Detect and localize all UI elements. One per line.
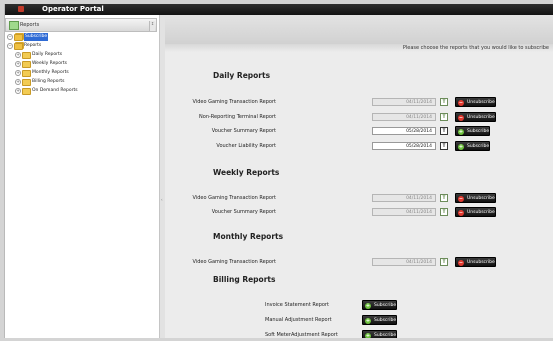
subscribe-icon: + (458, 129, 464, 135)
unsubscribe-icon: − (458, 260, 464, 266)
billing-section-title: Billing Reports (213, 275, 276, 284)
report-name: Video Gaming Transaction Report (192, 259, 277, 265)
collapse-toggle-icon[interactable]: − (7, 43, 13, 49)
content-banner (165, 15, 553, 52)
tree-item-label: Weekly Reports (32, 61, 67, 66)
report-row: Invoice Statement Report + Subscribe (165, 300, 553, 311)
report-row: Non-Reporting Terminal Report 04/11/2014… (165, 112, 553, 123)
report-row: Video Gaming Transaction Report 04/11/20… (165, 257, 553, 268)
folder-icon (14, 43, 23, 50)
title-bar: Operator Portal (5, 4, 553, 15)
tree-item-label: Reports (24, 43, 42, 48)
monthly-section-title: Monthly Reports (213, 232, 284, 241)
subscribe-button[interactable]: + Subscribe (362, 300, 398, 310)
subscribe-icon: + (458, 144, 464, 150)
report-name: Video Gaming Transaction Report (192, 99, 277, 105)
intro-text: Please choose the reports that you would… (402, 45, 549, 51)
sidebar-header: Reports ↕ (5, 18, 157, 32)
report-name: Voucher Summary Report (211, 128, 276, 134)
report-row: Voucher Summary Report 04/11/2014 T − Uns… (165, 207, 553, 218)
report-row: Manual Adjustment Report + Subscribe (165, 315, 553, 326)
subscribe-button[interactable]: + Subscribe (455, 126, 491, 136)
report-row: Video Gaming Transaction Report 04/11/20… (165, 97, 553, 108)
expand-toggle-icon[interactable]: + (15, 79, 21, 85)
tree-item-label: Subscribe (24, 33, 49, 41)
report-name: Invoice Statement Report (265, 302, 329, 308)
collapse-toggle-icon[interactable]: − (7, 34, 13, 40)
report-name: Non-Reporting Terminal Report (199, 114, 276, 120)
calendar-icon: T (440, 113, 448, 121)
unsubscribe-button[interactable]: − Unsubscribe (455, 97, 496, 107)
daily-section-title: Daily Reports (213, 71, 271, 80)
report-date-field: 04/11/2014 (372, 98, 436, 106)
unsubscribe-button[interactable]: − Unsubscribe (455, 193, 496, 203)
subscribe-button[interactable]: + Subscribe (362, 330, 398, 338)
report-name: Voucher Liability Report (216, 143, 276, 149)
report-date-field: 04/11/2014 (372, 258, 436, 266)
report-name: Voucher Summary Report (211, 209, 276, 215)
expand-toggle-icon[interactable]: + (15, 88, 21, 94)
folder-icon (14, 34, 23, 41)
tree-item-label: Billing Reports (32, 79, 65, 84)
calendar-icon: T (440, 98, 448, 106)
report-date-field: 04/11/2014 (372, 113, 436, 121)
calendar-icon: T (440, 194, 448, 202)
unsubscribe-button[interactable]: − Unsubscribe (455, 257, 496, 267)
portal-window: Operator Portal Reports ↕ − Subscribe − … (4, 4, 553, 338)
report-name: Soft MeterAdjustment Report (265, 332, 338, 338)
subscribe-icon: + (365, 303, 371, 309)
unsubscribe-icon: − (458, 115, 464, 121)
sidebar-scroll-handle[interactable]: ↕ (149, 21, 155, 31)
expand-toggle-icon[interactable]: + (15, 61, 21, 67)
folder-icon (22, 70, 31, 77)
calendar-icon[interactable]: T (440, 142, 448, 150)
unsubscribe-icon: − (458, 210, 464, 216)
tree-item-label: On Demand Reports (32, 88, 78, 93)
tree-item-label: Monthly Reports (32, 70, 69, 75)
subscribe-icon: + (365, 333, 371, 338)
expand-toggle-icon[interactable]: + (15, 52, 21, 58)
report-name: Manual Adjustment Report (265, 317, 332, 323)
weekly-section-title: Weekly Reports (213, 168, 280, 177)
folder-icon (22, 79, 31, 86)
report-date-input[interactable]: 05/28/2014 (372, 127, 436, 135)
calendar-icon[interactable]: T (440, 127, 448, 135)
subscribe-icon: + (365, 318, 371, 324)
subscribe-button[interactable]: + Subscribe (455, 141, 491, 151)
app-title: Operator Portal (42, 5, 104, 13)
sidebar: Reports ↕ − Subscribe − Reports + Daily … (5, 15, 160, 338)
folder-icon (22, 61, 31, 68)
subscription-content: Please choose the reports that you would… (165, 15, 553, 338)
unsubscribe-button[interactable]: − Unsubscribe (455, 207, 496, 217)
report-date-field: 04/11/2014 (372, 208, 436, 216)
report-row: Video Gaming Transaction Report 04/11/20… (165, 193, 553, 204)
report-date-field: 04/11/2014 (372, 194, 436, 202)
calendar-icon: T (440, 258, 448, 266)
collapse-arrow-icon[interactable]: ‹ (161, 198, 163, 202)
report-row: Soft MeterAdjustment Report + Subscribe (165, 330, 553, 338)
reports-panel-icon (9, 21, 19, 30)
report-name: Video Gaming Transaction Report (192, 195, 277, 201)
portal-logo-icon (18, 6, 24, 12)
tree-item-label: Daily Reports (32, 52, 63, 57)
subscribe-button[interactable]: + Subscribe (362, 315, 398, 325)
expand-toggle-icon[interactable]: + (15, 70, 21, 76)
report-row: Voucher Liability Report 05/28/2014 T + S… (165, 141, 553, 152)
folder-icon (22, 52, 31, 59)
unsubscribe-icon: − (458, 196, 464, 202)
sidebar-title: Reports (20, 22, 40, 28)
folder-icon (22, 88, 31, 95)
report-row: Voucher Summary Report 05/28/2014 T + Sub… (165, 126, 553, 137)
unsubscribe-button[interactable]: − Unsubscribe (455, 112, 496, 122)
calendar-icon: T (440, 208, 448, 216)
unsubscribe-icon: − (458, 100, 464, 106)
report-date-input[interactable]: 05/28/2014 (372, 142, 436, 150)
